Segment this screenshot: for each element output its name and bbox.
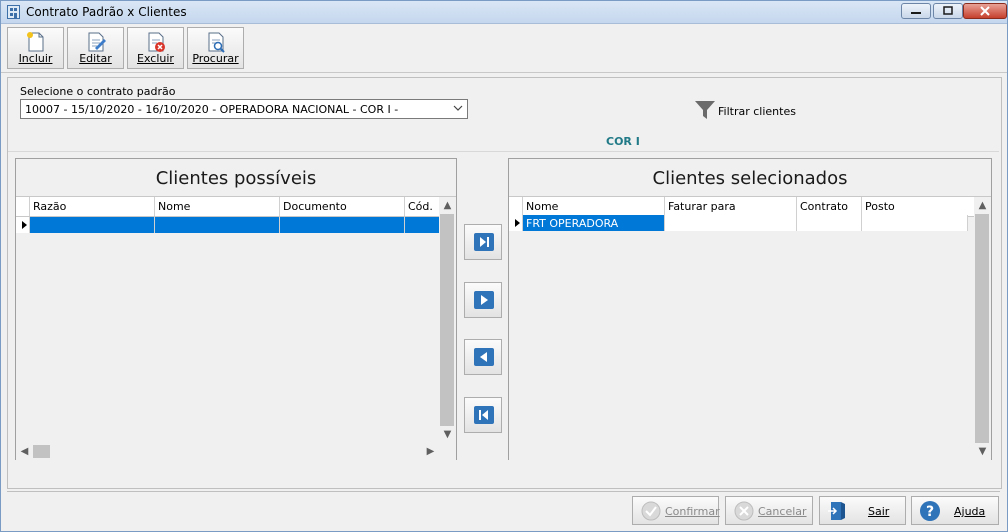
row-header-corner bbox=[509, 197, 522, 216]
column-header-posto[interactable]: Posto bbox=[861, 197, 968, 216]
cell-posto[interactable] bbox=[861, 215, 968, 231]
column-header-cod[interactable]: Cód. bbox=[404, 197, 439, 216]
column-header-contrato[interactable]: Contrato bbox=[796, 197, 861, 216]
scroll-right-icon[interactable]: ▶ bbox=[422, 443, 439, 460]
scroll-down-icon[interactable]: ▼ bbox=[439, 426, 456, 443]
table-row[interactable]: FRT OPERADORA bbox=[509, 215, 974, 231]
minimize-icon bbox=[911, 12, 921, 14]
excluir-button[interactable]: Excluir bbox=[127, 27, 184, 69]
app-icon bbox=[7, 5, 20, 19]
row-indicator-icon bbox=[509, 215, 522, 231]
scroll-thumb[interactable] bbox=[975, 214, 989, 443]
scroll-thumb-horizontal[interactable] bbox=[33, 445, 50, 458]
right-panel-title: Clientes selecionados bbox=[652, 168, 848, 189]
filter-clients-label: Filtrar clientes bbox=[718, 105, 796, 118]
table-row[interactable] bbox=[16, 217, 439, 233]
cell-cod[interactable] bbox=[404, 217, 439, 233]
editar-button[interactable]: Editar bbox=[67, 27, 124, 69]
ajuda-button[interactable]: ? Ajuda bbox=[911, 496, 999, 525]
move-right-button[interactable] bbox=[464, 282, 502, 318]
procurar-button[interactable]: Procurar bbox=[187, 27, 244, 69]
sair-label: Sair bbox=[868, 505, 890, 518]
contract-select[interactable]: 10007 - 15/10/2020 - 16/10/2020 - OPERAD… bbox=[20, 99, 468, 119]
move-all-left-button[interactable] bbox=[464, 397, 502, 433]
incluir-label: Incluir bbox=[18, 52, 53, 65]
maximize-button[interactable] bbox=[933, 3, 963, 19]
left-horizontal-scrollbar[interactable]: ◀ ▶ bbox=[16, 443, 439, 460]
cell-contrato[interactable] bbox=[796, 215, 861, 231]
search-document-icon bbox=[208, 32, 225, 53]
minimize-button[interactable] bbox=[901, 3, 931, 19]
close-button[interactable] bbox=[963, 3, 1007, 19]
move-all-left-icon bbox=[474, 406, 494, 424]
title-bar: Contrato Padrão x Clientes bbox=[1, 1, 1007, 24]
left-vertical-scrollbar[interactable]: ▲ ▼ bbox=[439, 197, 456, 443]
sair-button[interactable]: Sair bbox=[819, 496, 906, 525]
new-document-icon bbox=[27, 32, 44, 52]
left-panel-title: Clientes possíveis bbox=[155, 168, 317, 189]
cell-documento[interactable] bbox=[279, 217, 404, 233]
move-left-icon bbox=[474, 348, 494, 366]
cancelar-button[interactable]: Cancelar bbox=[725, 496, 813, 525]
scroll-thumb[interactable] bbox=[440, 214, 454, 426]
exit-door-icon bbox=[828, 502, 845, 520]
cor-label: COR I bbox=[606, 135, 640, 148]
help-icon: ? bbox=[920, 501, 940, 521]
left-grid-header: Razão Nome Documento Cód. bbox=[16, 197, 439, 217]
maximize-icon bbox=[943, 6, 953, 15]
excluir-label: Excluir bbox=[137, 52, 174, 65]
ajuda-label: Ajuda bbox=[954, 505, 986, 518]
cell-nome[interactable] bbox=[154, 217, 279, 233]
check-icon bbox=[641, 501, 661, 521]
right-grid: Nome Faturar para Contrato Posto FRT OPE… bbox=[509, 196, 991, 460]
scroll-down-icon[interactable]: ▼ bbox=[974, 443, 991, 460]
right-grid-header: Nome Faturar para Contrato Posto bbox=[509, 197, 974, 217]
cell-razao[interactable] bbox=[29, 217, 154, 233]
edit-document-icon bbox=[88, 32, 106, 52]
column-header-razao[interactable]: Razão bbox=[29, 197, 154, 216]
svg-text:?: ? bbox=[926, 504, 934, 520]
move-all-right-button[interactable] bbox=[464, 224, 502, 260]
column-header-documento[interactable]: Documento bbox=[279, 197, 404, 216]
move-right-icon bbox=[474, 291, 494, 309]
close-icon bbox=[980, 6, 990, 16]
confirmar-label: Confirmar bbox=[665, 505, 720, 518]
contract-select-value: 10007 - 15/10/2020 - 16/10/2020 - OPERAD… bbox=[25, 103, 399, 116]
scroll-up-icon[interactable]: ▲ bbox=[974, 197, 991, 214]
separator bbox=[8, 151, 999, 152]
delete-document-icon bbox=[148, 32, 165, 52]
column-header-nome[interactable]: Nome bbox=[522, 197, 664, 216]
right-vertical-scrollbar[interactable]: ▲ ▼ bbox=[974, 197, 991, 460]
editar-label: Editar bbox=[79, 52, 112, 65]
cancel-icon bbox=[734, 501, 754, 521]
move-left-button[interactable] bbox=[464, 339, 502, 375]
toolbar: Incluir Editar Excluir Procurar bbox=[1, 24, 1007, 73]
left-grid: Razão Nome Documento Cód. ▲ ▼ ◀ ▶ bbox=[16, 196, 456, 460]
incluir-button[interactable]: Incluir bbox=[7, 27, 64, 69]
row-header-corner bbox=[16, 197, 29, 216]
row-indicator-icon bbox=[16, 217, 29, 233]
cell-nome[interactable]: FRT OPERADORA bbox=[522, 215, 664, 231]
column-header-faturar-para[interactable]: Faturar para bbox=[664, 197, 796, 216]
cancelar-label: Cancelar bbox=[758, 505, 807, 518]
contract-label: Selecione o contrato padrão bbox=[20, 85, 176, 98]
main-window: Contrato Padrão x Clientes Incluir Edita… bbox=[0, 0, 1008, 532]
column-header-nome[interactable]: Nome bbox=[154, 197, 279, 216]
scroll-up-icon[interactable]: ▲ bbox=[439, 197, 456, 214]
confirmar-button[interactable]: Confirmar bbox=[632, 496, 720, 525]
move-all-right-icon bbox=[474, 233, 494, 251]
chevron-down-icon bbox=[453, 103, 463, 116]
right-panel: Clientes selecionados Nome Faturar para … bbox=[508, 158, 992, 460]
left-panel: Clientes possíveis Razão Nome Documento … bbox=[15, 158, 457, 460]
window-title: Contrato Padrão x Clientes bbox=[26, 5, 187, 19]
cell-faturar-para[interactable] bbox=[664, 215, 796, 231]
bottom-separator bbox=[7, 491, 1000, 492]
procurar-label: Procurar bbox=[192, 52, 239, 65]
scroll-left-icon[interactable]: ◀ bbox=[16, 443, 33, 460]
funnel-icon bbox=[695, 101, 715, 119]
